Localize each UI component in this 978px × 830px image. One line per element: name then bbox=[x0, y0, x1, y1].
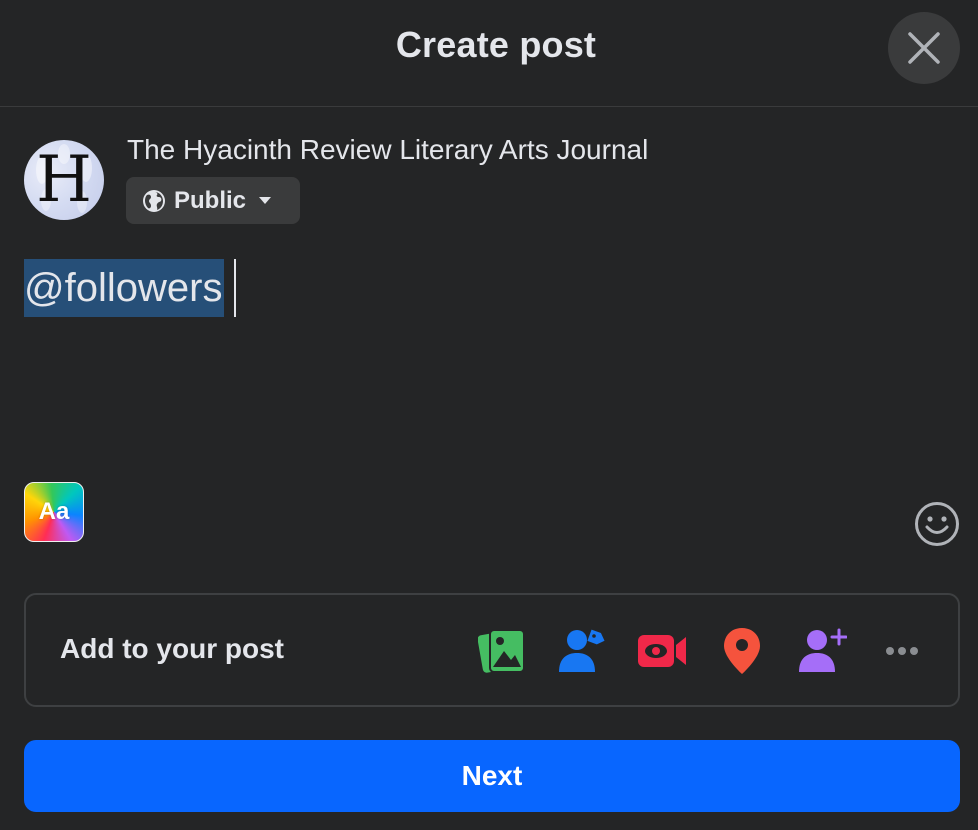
close-button[interactable] bbox=[888, 12, 960, 84]
text-cursor bbox=[234, 259, 237, 317]
dialog-header: Create post bbox=[0, 0, 978, 107]
globe-icon bbox=[142, 189, 166, 213]
add-to-post-panel: Add to your post bbox=[24, 593, 960, 707]
live-video-button[interactable] bbox=[636, 625, 688, 677]
next-button[interactable]: Next bbox=[24, 740, 960, 812]
more-options-button[interactable] bbox=[876, 625, 928, 677]
close-icon bbox=[908, 32, 940, 64]
next-button-label: Next bbox=[461, 760, 523, 791]
dialog-title: Create post bbox=[395, 24, 597, 65]
tag-people-button[interactable] bbox=[556, 625, 608, 677]
caret-down-icon bbox=[258, 196, 272, 206]
page-name: The Hyacinth Review Literary Arts Journa… bbox=[127, 134, 649, 165]
add-to-post-label: Add to your post bbox=[60, 633, 284, 664]
post-text-input[interactable]: @followers bbox=[24, 258, 237, 318]
selected-mention-text: @followers bbox=[24, 259, 225, 317]
check-in-button[interactable] bbox=[716, 625, 768, 677]
location-pin-icon bbox=[724, 628, 760, 674]
smiley-icon bbox=[915, 502, 959, 546]
more-icon bbox=[886, 647, 918, 655]
emoji-button[interactable] bbox=[914, 501, 960, 547]
create-post-dialog: Create post H The Hyacinth Review Litera… bbox=[0, 0, 978, 830]
add-person-icon bbox=[799, 628, 847, 672]
photo-video-icon bbox=[478, 629, 525, 673]
photo-video-button[interactable] bbox=[477, 625, 529, 677]
text-style-label: Aa bbox=[38, 498, 70, 525]
avatar-letter: H bbox=[36, 143, 92, 217]
text-background-button[interactable]: Aa bbox=[24, 482, 84, 542]
audience-selector[interactable]: Public bbox=[126, 177, 300, 224]
tag-people-icon bbox=[559, 629, 605, 672]
audience-label: Public bbox=[174, 186, 247, 214]
add-collaborator-button[interactable] bbox=[796, 625, 848, 677]
page-avatar: H bbox=[24, 140, 104, 220]
live-video-icon bbox=[638, 635, 686, 667]
